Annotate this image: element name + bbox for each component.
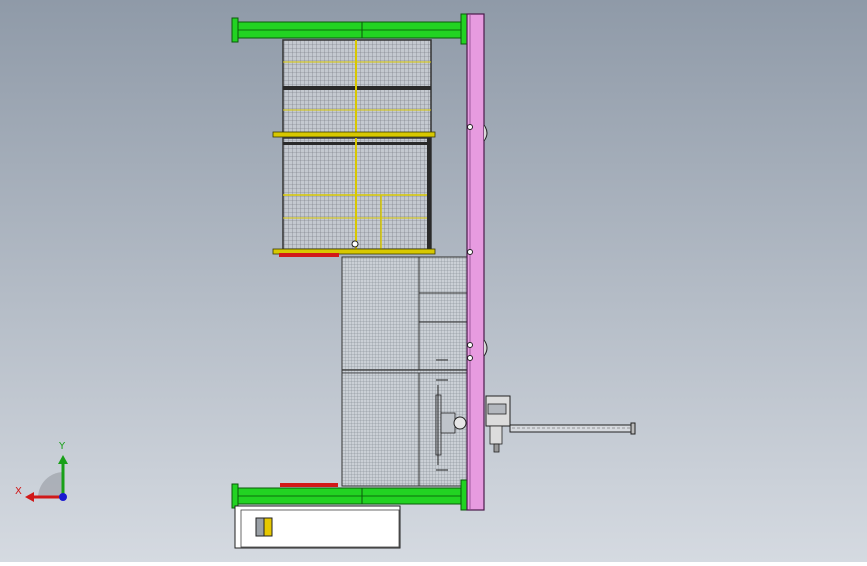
swatch-grey xyxy=(255,517,265,537)
red-strip-upper xyxy=(279,253,339,257)
x-axis-label: X xyxy=(15,486,22,497)
swatch-yellow xyxy=(263,517,273,537)
lower-mesh-panel[interactable] xyxy=(341,256,468,487)
title-block[interactable] xyxy=(234,505,401,549)
y-axis-label: Y xyxy=(59,441,66,452)
vertical-column[interactable] xyxy=(466,13,488,511)
middle-mesh-cage[interactable] xyxy=(272,137,436,255)
graphics-viewport[interactable]: X Y xyxy=(0,0,867,562)
red-strip-lower xyxy=(280,483,338,487)
upper-mesh-cage[interactable] xyxy=(272,39,436,138)
